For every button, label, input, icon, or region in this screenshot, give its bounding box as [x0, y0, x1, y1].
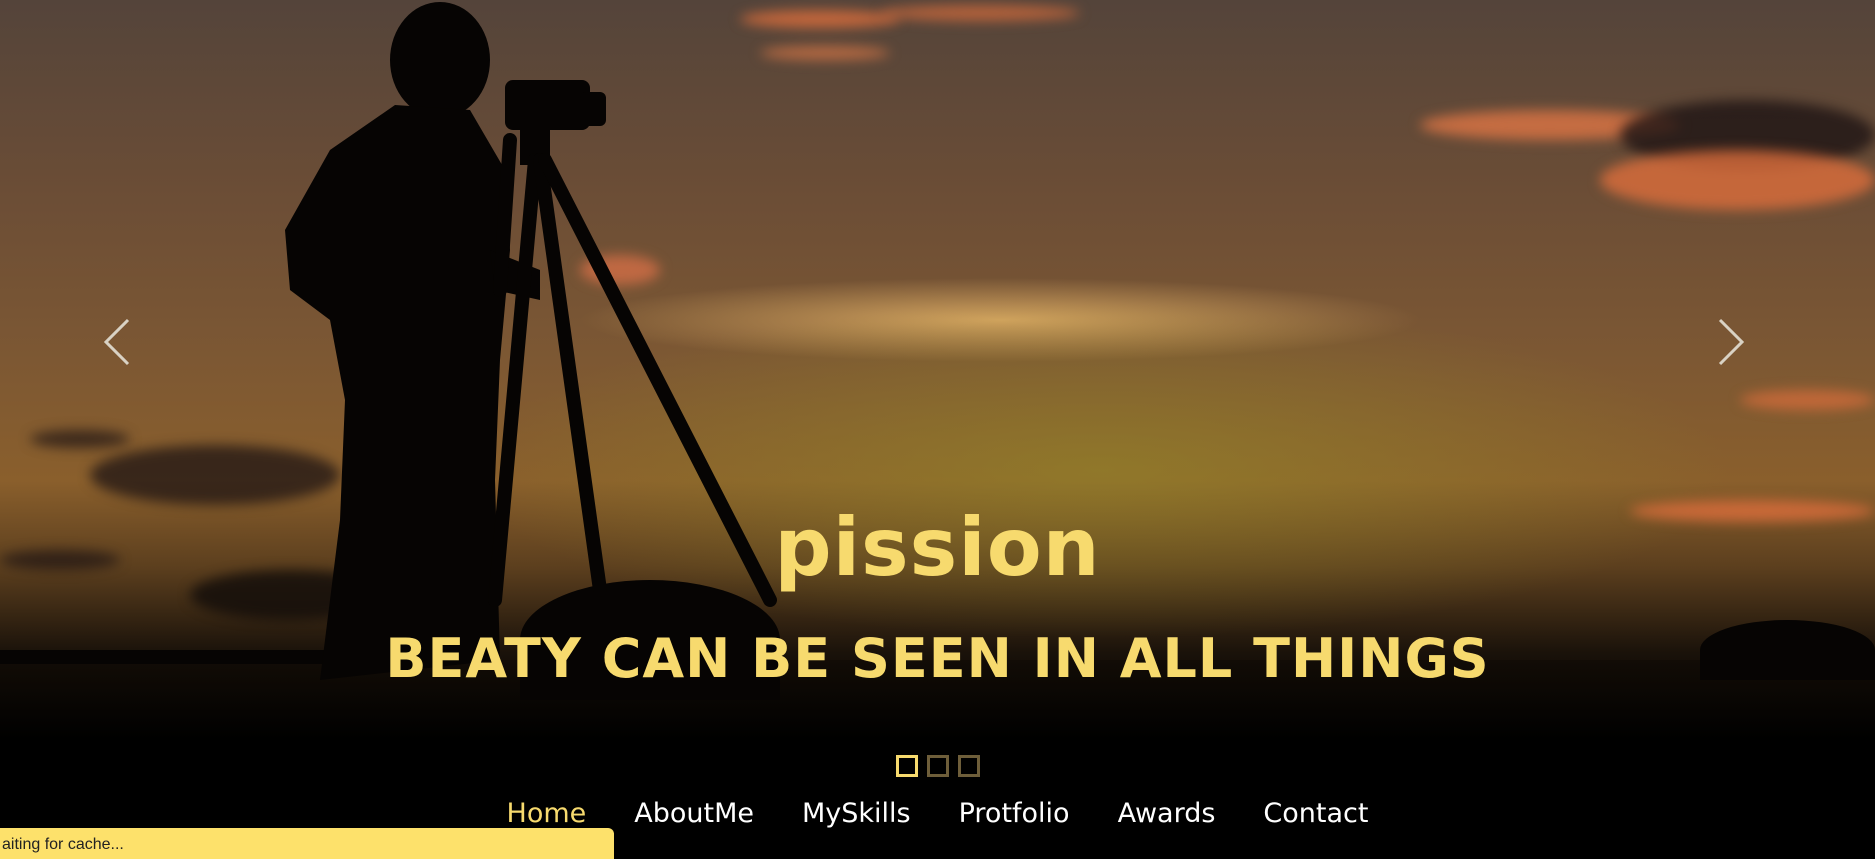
nav-item-contact[interactable]: Contact — [1263, 792, 1368, 836]
hero-subtitle: BEATY CAN BE SEEN IN ALL THINGS — [385, 627, 1490, 690]
photographer-silhouette — [285, 2, 777, 680]
nav-item-portfolio[interactable]: Protfolio — [959, 792, 1070, 836]
carousel-indicator-1[interactable] — [895, 755, 918, 777]
nav-item-myskills[interactable]: MySkills — [802, 792, 911, 836]
carousel-indicator-2[interactable] — [926, 755, 949, 777]
nav-item-aboutme[interactable]: AboutMe — [634, 792, 754, 836]
browser-status-bar: aiting for cache... — [0, 828, 614, 859]
carousel-next-button[interactable] — [1710, 312, 1750, 372]
hero-title: pission — [774, 501, 1101, 594]
carousel-indicator-3[interactable] — [957, 755, 980, 777]
chevron-left-icon — [103, 318, 130, 366]
nav-item-awards[interactable]: Awards — [1118, 792, 1216, 836]
carousel-prev-button[interactable] — [98, 312, 138, 372]
carousel-indicators — [0, 755, 1875, 777]
hero-slider: pission BEATY CAN BE SEEN IN ALL THINGS … — [0, 0, 1875, 859]
chevron-right-icon — [1718, 318, 1745, 366]
